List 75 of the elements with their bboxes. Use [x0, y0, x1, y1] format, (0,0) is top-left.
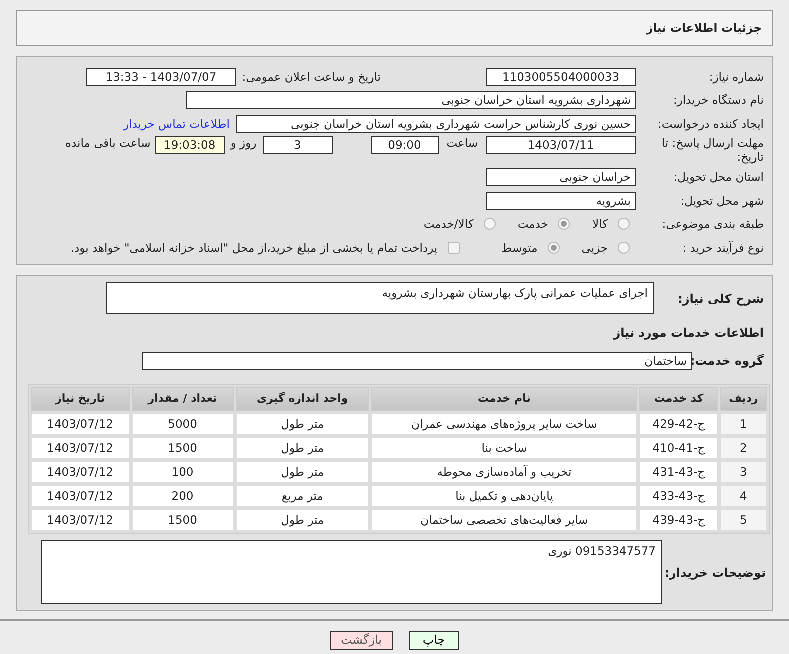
table-cell: ج-43-439 [639, 508, 718, 530]
table-cell: 2 [720, 436, 767, 458]
field-label: نوع فرآیند خرید : [682, 240, 765, 255]
table-cell: پایان‌دهی و تکمیل بنا [371, 484, 638, 506]
contact-link[interactable]: اطلاعات تماس خریدار [123, 116, 230, 131]
days-label: روز و [230, 136, 257, 150]
table-cell: ج-42-429 [639, 412, 718, 434]
table-cell: 1403/07/12 [31, 436, 130, 458]
table-cell: ج-43-433 [639, 484, 718, 506]
field-label: شهر محل تحویل: [680, 194, 765, 208]
table-cell: متر مربع [236, 484, 370, 506]
table-cell: ساخت سایر پروژه‌های مهندسی عمران [371, 412, 638, 434]
table-cell: 1403/07/12 [31, 484, 130, 506]
table-cell: ج-43-431 [639, 460, 718, 482]
description-field: اجرای عملیات عمرانی پارک بهارستان شهرداری بشرویه [106, 282, 654, 314]
section-title: اطلاعات خدمات مورد نیاز [614, 326, 765, 340]
table-cell: 4 [720, 484, 767, 506]
page-title: جزئیات اطلاعات نیاز [646, 21, 762, 35]
city-field: بشرویه [486, 192, 636, 210]
announce-date-field: 1403/07/07 - 13:33 [86, 68, 236, 86]
table-cell: 1403/07/12 [31, 460, 130, 482]
print-button[interactable]: چاپ [409, 630, 459, 650]
field-label: گروه خدمت: [692, 354, 765, 368]
table-cell: 1 [720, 412, 767, 434]
buyer-org-field: شهرداری بشرویه استان خراسان جنوبی [186, 91, 636, 110]
table-cell: متر طول [236, 508, 370, 530]
table-cell: متر طول [236, 412, 370, 434]
table-cell: 1403/07/12 [31, 508, 130, 530]
checkbox-label: پرداخت تمام یا بخشی از مبلغ خرید،از محل "اسناد خزانه اسلامی" خواهد بود. [70, 240, 438, 255]
table-cell: 1500 [132, 508, 234, 530]
need-number-field: 1103005504000033 [486, 68, 636, 86]
remaining-time-field: 19:03:08 [154, 136, 225, 154]
radio-label: جزیی [582, 240, 608, 255]
deadline-date-field: 1403/07/11 [486, 136, 636, 154]
radio-label: خدمت [518, 217, 548, 232]
table-cell: 1500 [132, 436, 234, 458]
table-cell: ساخت بنا [371, 436, 638, 458]
field-label: توضیحات خریدار: [664, 566, 767, 580]
table-cell: 3 [720, 460, 767, 482]
table-cell: 100 [132, 460, 234, 482]
field-label: نام دستگاه خریدار: [672, 93, 765, 108]
field-label: شماره نیاز: [708, 70, 765, 84]
buyer-notes-field: 09153347577 نوری [41, 540, 662, 604]
field-label: استان محل تحویل: [672, 170, 765, 184]
radio-label: کالا [592, 217, 608, 232]
table-cell: 5 [720, 508, 767, 530]
deadline-time-field: 09:00 [370, 136, 439, 154]
time-label: ساعت [446, 136, 478, 150]
column-header: کد خدمت [639, 386, 718, 410]
table-cell: 200 [132, 484, 234, 506]
column-header: تاریخ نیاز [31, 386, 130, 410]
table-cell: 5000 [132, 412, 234, 434]
table-cell: متر طول [236, 436, 370, 458]
field-label: مهلت ارسال پاسخ: تا تاریخ: [660, 136, 765, 164]
table-cell: سایر فعالیت‌های تخصصی ساختمان [371, 508, 638, 530]
field-label: ایجاد کننده درخواست: [657, 116, 765, 131]
field-label: شرح کلی نیاز: [677, 290, 765, 306]
radio-label: کالا/خدمت [424, 217, 474, 232]
radio-label: متوسط [502, 240, 538, 255]
field-label: تاریخ و ساعت اعلان عمومی: [242, 70, 381, 84]
province-field: خراسان جنوبی [486, 168, 636, 186]
remaining-label: ساعت باقی مانده [66, 136, 151, 150]
field-label: طبقه بندی موضوعی: [661, 217, 765, 232]
table-cell: متر طول [236, 460, 370, 482]
table-cell: ج-41-410 [639, 436, 718, 458]
back-button[interactable]: بازگشت [330, 630, 393, 650]
column-header: تعداد / مقدار [132, 386, 234, 410]
column-header: نام خدمت [371, 386, 638, 410]
table-cell: 1403/07/12 [31, 412, 130, 434]
requester-field: حسین نوری کارشناس حراست شهرداری بشرویه استان خراسان جنوبی [236, 114, 636, 133]
days-field: 3 [262, 136, 333, 154]
column-header: واحد اندازه گیری [236, 386, 370, 410]
column-header: ردیف [720, 386, 767, 410]
service-group-field: ساختمان [142, 352, 692, 370]
table-cell: تخریب و آماده‌سازی محوطه [371, 460, 638, 482]
